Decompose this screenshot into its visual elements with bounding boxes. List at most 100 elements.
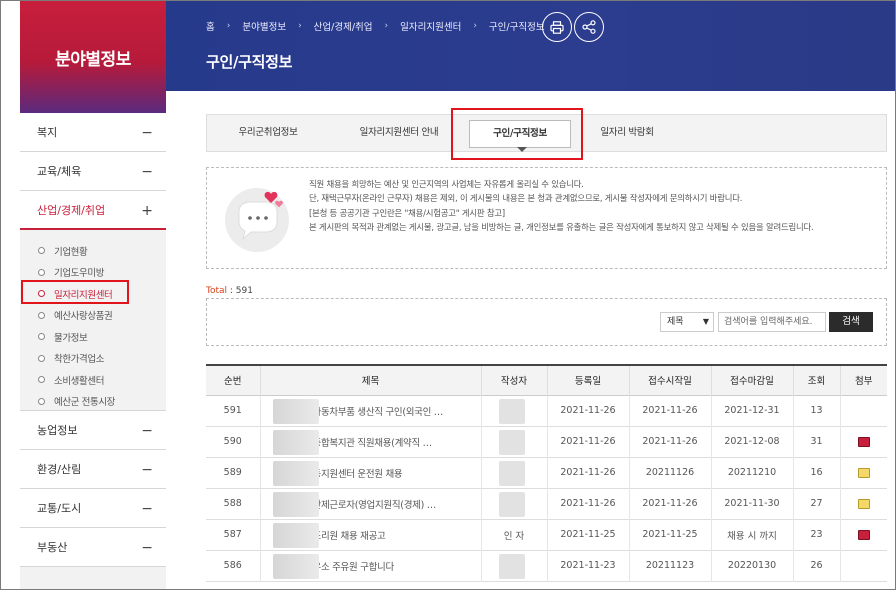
sidebar-item-label: 환경/산림 (37, 463, 82, 476)
pdf-attachment-icon[interactable] (857, 436, 870, 447)
submenu-item[interactable]: 소비생활센터 (20, 369, 166, 391)
page-title: 구인/구직정보 (206, 53, 293, 71)
sidebar-item-label: 교통/도시 (37, 502, 82, 515)
post-title-link[interactable]: 종합복지관 직원채용(계약직 … (313, 438, 433, 449)
breadcrumb-item[interactable]: 산업/경제/취업 (314, 19, 373, 33)
search-field-select[interactable]: 제목 ▼ (660, 312, 714, 332)
sidebar-item-environment[interactable]: 환경/산림 − (20, 450, 166, 489)
notice-line: [본청 등 공공기관 구인란은 "채용/시험공고" 게시판 참고] (309, 207, 505, 218)
sidebar-item-realestate[interactable]: 부동산 − (20, 528, 166, 567)
cell-reg-date: 2021-11-26 (546, 488, 629, 519)
cell-reg-date: 2021-11-26 (546, 457, 629, 488)
cell-start-date: 2021-11-26 (628, 395, 711, 426)
browser-viewport: 분야별정보 복지 − 교육/체육 − 산업/경제/취업 + 기업현황 기업도우미… (0, 0, 896, 590)
collapse-icon[interactable]: − (141, 125, 153, 141)
table-row[interactable]: 588 간제근로자(영업지원직(경제) … 2021-11-26 2021-11… (206, 488, 887, 519)
collapse-icon[interactable]: − (141, 540, 153, 556)
submenu-label: 예산군 전통시장 (54, 397, 115, 409)
search-field-value: 제목 (667, 317, 684, 327)
sidebar-item-education[interactable]: 교육/체육 − (20, 152, 166, 191)
collapse-icon[interactable]: − (141, 462, 153, 478)
total-label: Total (206, 286, 228, 296)
pdf-attachment-icon[interactable] (857, 529, 870, 540)
table-row[interactable]: 586 유소 주유원 구합니다 2021-11-23 20211123 2022… (206, 550, 887, 581)
cell-title[interactable]: 종합복지관 직원채용(계약직 … (259, 426, 481, 457)
submenu-item[interactable]: 예산군 전통시장 (20, 391, 166, 413)
cell-no: 587 (223, 529, 242, 540)
tab-center-guide[interactable]: 일자리지원센터 안내 (345, 115, 453, 151)
redacted-area (272, 429, 319, 455)
post-title-link[interactable]: 동지원센터 운전원 채용 (313, 469, 403, 480)
cell-title[interactable]: 동지원센터 운전원 채용 (259, 457, 481, 488)
share-button[interactable] (574, 12, 604, 42)
sidebar-item-label: 농업정보 (37, 424, 78, 437)
table-row[interactable]: 589 동지원센터 운전원 채용 2021-11-26 20211126 202… (206, 457, 887, 488)
table-row[interactable]: 590 종합복지관 직원채용(계약직 … 2021-11-26 2021-11-… (206, 426, 887, 457)
annotation-highlight-box (451, 108, 583, 160)
table-row[interactable]: 587 조리원 채용 재공고 인 자 2021-11-25 2021-11-25… (206, 519, 887, 550)
cell-views: 16 (792, 457, 840, 488)
cell-reg-date: 2021-11-26 (546, 426, 629, 457)
sidebar-item-label: 교육/체육 (37, 165, 82, 178)
cell-no: 589 (223, 467, 242, 478)
cell-views: 23 (792, 519, 840, 550)
tab-job-fair[interactable]: 일자리 박람회 (597, 115, 657, 151)
folder-attachment-icon[interactable] (857, 498, 870, 509)
post-title-link[interactable]: 유소 주유원 구합니다 (313, 562, 395, 573)
cell-no: 590 (223, 436, 242, 447)
sidebar-item-industry[interactable]: 산업/경제/취업 + (20, 191, 166, 230)
submenu-item[interactable]: 착한가격업소 (20, 348, 166, 370)
column-header: 접수마감일 (710, 365, 793, 395)
redacted-area (272, 491, 319, 517)
chevron-right-icon: › (298, 21, 302, 31)
breadcrumb-item[interactable]: 일자리지원센터 (400, 19, 461, 33)
search-panel: 제목 ▼ 검색어를 입력해주세요. 검색 (206, 298, 887, 346)
cell-attach (839, 488, 887, 519)
column-header: 순번 (224, 376, 242, 388)
redacted-area (498, 491, 525, 517)
expand-icon[interactable]: + (141, 203, 153, 219)
collapse-icon[interactable]: − (141, 501, 153, 517)
print-button[interactable] (542, 12, 572, 42)
cell-title[interactable]: 자동차부품 생산직 구인(외국인 … (259, 395, 481, 426)
post-title-link[interactable]: 조리원 채용 재공고 (313, 531, 386, 542)
collapse-icon[interactable]: − (141, 423, 153, 439)
collapse-icon[interactable]: − (141, 164, 153, 180)
post-title-link[interactable]: 간제근로자(영업지원직(경제) … (313, 500, 437, 511)
share-icon (582, 20, 596, 34)
tab-county-jobs[interactable]: 우리군취업정보 (229, 115, 307, 151)
cell-attach (839, 457, 887, 488)
submenu-item[interactable]: 물가정보 (20, 326, 166, 348)
submenu-item[interactable]: 예산사랑상품권 (20, 305, 166, 327)
sidebar-title: 분야별정보 (20, 1, 166, 113)
breadcrumb-item[interactable]: 분야별정보 (242, 19, 286, 33)
submenu-item[interactable]: 기업현황 (20, 240, 166, 262)
sidebar-item-agriculture[interactable]: 농업정보 − (20, 411, 166, 450)
cell-end-date: 20220130 (710, 550, 793, 581)
cell-end-date: 2021-11-30 (710, 488, 793, 519)
folder-attachment-icon[interactable] (857, 467, 870, 478)
annotation-highlight-box (21, 280, 129, 304)
cell-start-date: 2021-11-26 (628, 488, 711, 519)
post-title-link[interactable]: 자동차부품 생산직 구인(외국인 … (313, 407, 444, 418)
search-input[interactable]: 검색어를 입력해주세요. (718, 312, 826, 332)
cell-start-date: 2021-11-26 (628, 426, 711, 457)
search-button[interactable]: 검색 (829, 312, 873, 332)
cell-attach (839, 426, 887, 457)
author-name: 인 자 (503, 530, 525, 542)
breadcrumb-home[interactable]: 홈 (206, 19, 215, 33)
sidebar-item-transport[interactable]: 교통/도시 − (20, 489, 166, 528)
cell-title[interactable]: 유소 주유원 구합니다 (259, 550, 481, 581)
bullet-icon (38, 268, 45, 276)
cell-no: 591 (223, 405, 242, 416)
redacted-area (498, 429, 525, 455)
table-row[interactable]: 591 자동차부품 생산직 구인(외국인 … 2021-11-26 2021-1… (206, 395, 887, 426)
cell-title[interactable]: 간제근로자(영업지원직(경제) … (259, 488, 481, 519)
bullet-icon (38, 247, 45, 254)
cell-title[interactable]: 조리원 채용 재공고 (259, 519, 481, 550)
cell-author (480, 488, 547, 519)
submenu-label: 예산사랑상품권 (54, 311, 113, 323)
redacted-area (498, 398, 525, 424)
chevron-right-icon: › (384, 21, 389, 31)
sidebar-item-welfare[interactable]: 복지 − (20, 113, 166, 152)
